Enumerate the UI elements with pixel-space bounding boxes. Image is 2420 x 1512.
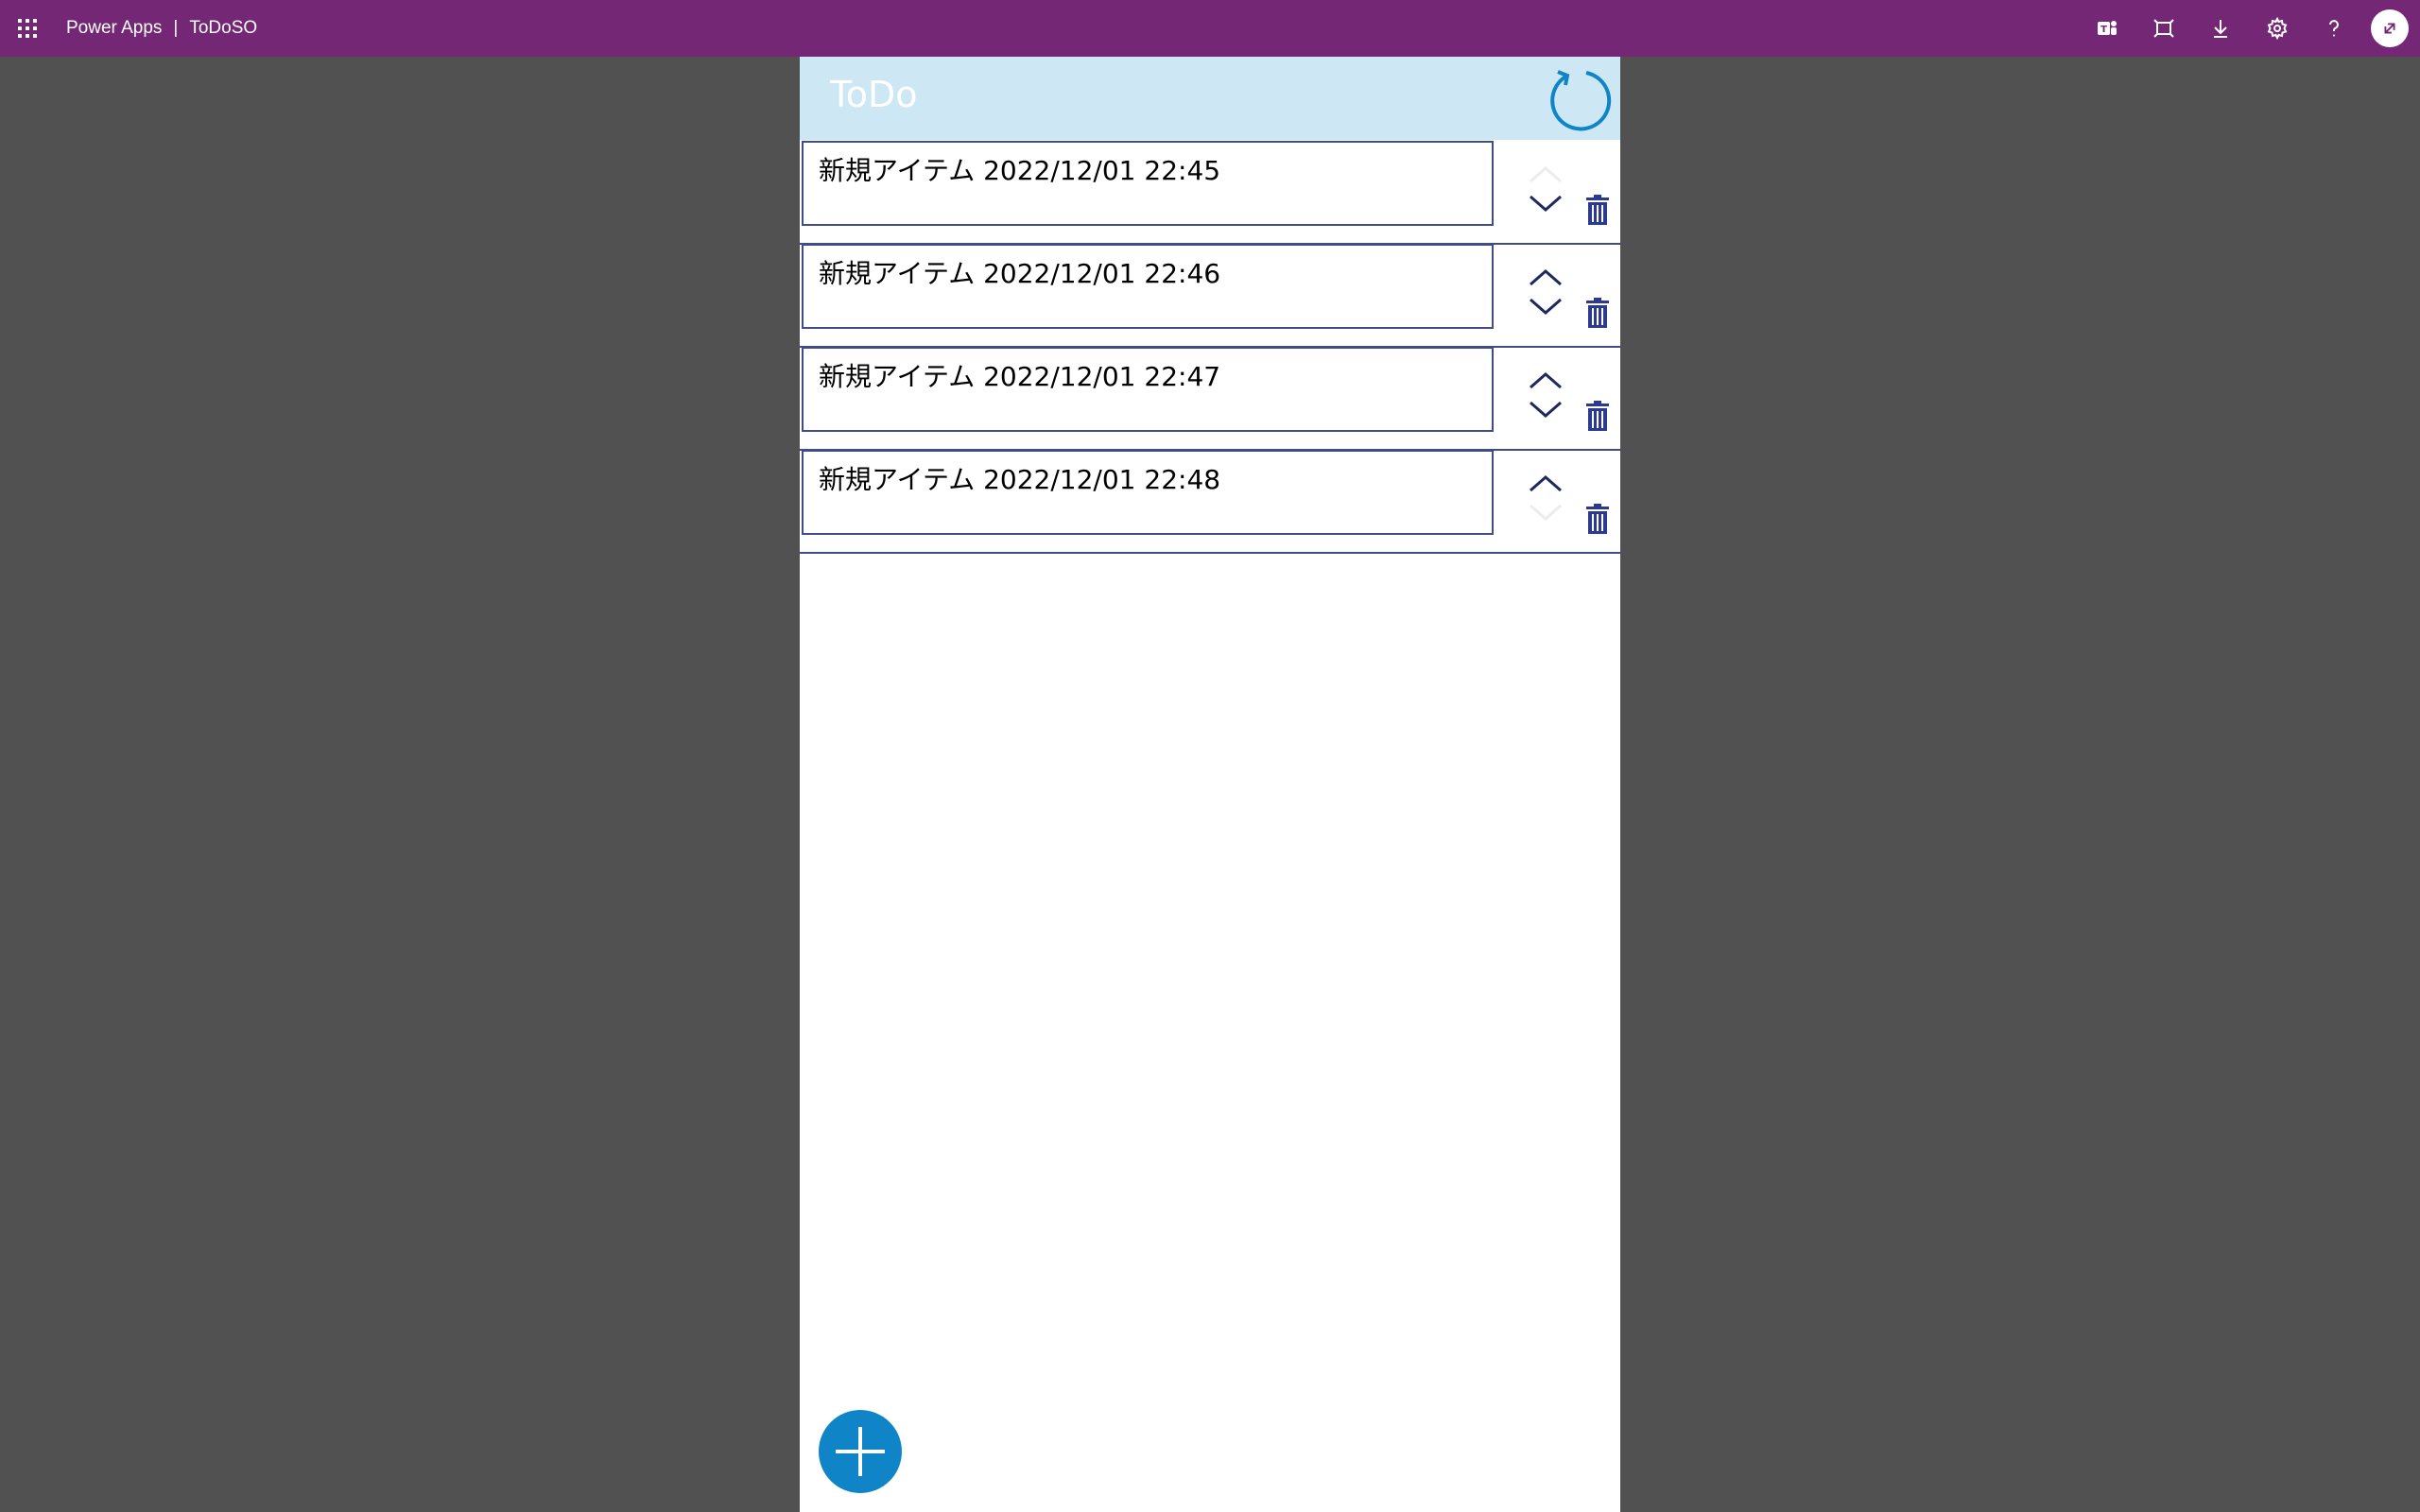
list-item: 新規アイテム 2022/12/01 22:47 [800, 346, 1620, 451]
download-icon[interactable] [2206, 14, 2235, 43]
avatar[interactable] [2371, 9, 2409, 47]
list-item: 新規アイテム 2022/12/01 22:46 [800, 243, 1620, 348]
help-icon[interactable] [2320, 14, 2348, 43]
list-item: 新規アイテム 2022/12/01 22:48 [800, 449, 1620, 554]
page-title: ToDo [830, 74, 918, 115]
move-down-button[interactable] [1527, 191, 1564, 217]
app-name: ToDoSO [189, 18, 258, 38]
chevron-up-icon [1530, 372, 1562, 389]
delete-button[interactable] [1577, 189, 1618, 231]
chevron-up-icon [1530, 269, 1562, 286]
list-item: 新規アイテム 2022/12/01 22:45 [800, 140, 1620, 245]
chevron-down-icon [1530, 195, 1562, 212]
delete-button[interactable] [1577, 395, 1618, 437]
app-canvas: ToDo 新規アイテム 2022/12/01 22:45 新規アイテム 2022/… [800, 57, 1620, 1512]
waffle-icon[interactable] [17, 18, 38, 39]
add-item-button[interactable] [819, 1410, 902, 1493]
chevron-down-icon [1530, 504, 1562, 521]
settings-icon[interactable] [2263, 14, 2291, 43]
move-up-button[interactable] [1527, 470, 1564, 496]
chevron-down-icon [1530, 401, 1562, 418]
item-text-input[interactable]: 新規アイテム 2022/12/01 22:47 [802, 347, 1494, 432]
top-bar: Power Apps | ToDoSO T [0, 0, 2420, 57]
trash-icon [1586, 401, 1609, 431]
trash-icon [1586, 195, 1609, 225]
trash-icon [1586, 298, 1609, 328]
item-text-input[interactable]: 新規アイテム 2022/12/01 22:48 [802, 450, 1494, 535]
product-name: Power Apps [66, 18, 163, 38]
move-up-button[interactable] [1527, 264, 1564, 290]
breadcrumb-separator: | [173, 18, 179, 38]
chevron-up-icon [1530, 166, 1562, 183]
breadcrumb: Power Apps | ToDoSO [66, 0, 257, 57]
refresh-icon[interactable] [1545, 64, 1613, 132]
move-down-button[interactable] [1527, 397, 1564, 423]
fit-to-window-icon[interactable] [2150, 14, 2178, 43]
plus-icon [836, 1427, 885, 1476]
item-text-input[interactable]: 新規アイテム 2022/12/01 22:46 [802, 244, 1494, 329]
chevron-down-icon [1530, 298, 1562, 315]
app-header: ToDo [800, 57, 1620, 140]
trash-icon [1586, 504, 1609, 534]
move-down-button [1527, 500, 1564, 526]
move-up-button [1527, 161, 1564, 187]
delete-button[interactable] [1577, 498, 1618, 540]
move-up-button[interactable] [1527, 367, 1564, 393]
item-text-input[interactable]: 新規アイテム 2022/12/01 22:45 [802, 141, 1494, 226]
svg-text:T: T [2100, 25, 2107, 35]
delete-button[interactable] [1577, 292, 1618, 334]
move-down-button[interactable] [1527, 294, 1564, 320]
chevron-up-icon [1530, 475, 1562, 492]
teams-icon[interactable]: T [2093, 14, 2121, 43]
